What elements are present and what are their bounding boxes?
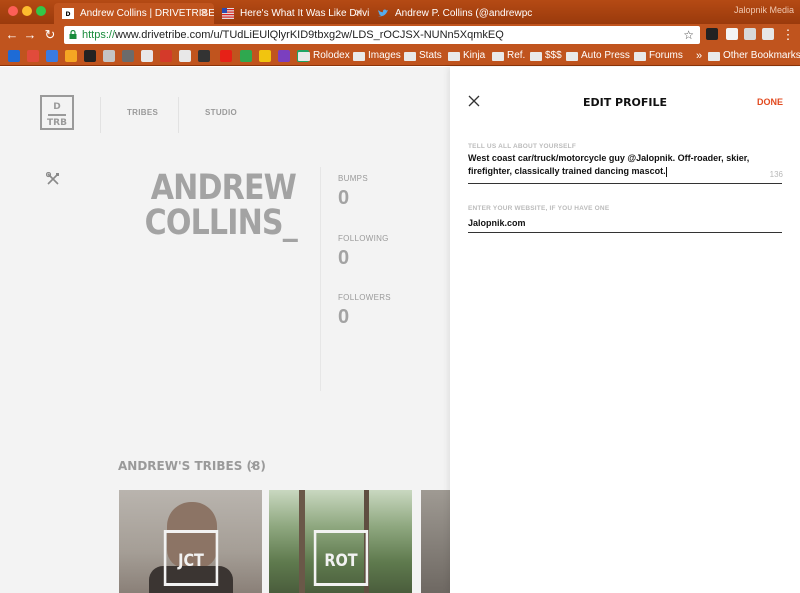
- stat-value-following[interactable]: 0: [338, 247, 349, 270]
- logo-bottom: TRB: [47, 118, 67, 128]
- bio-text-line2: firefighter, classically trained dancing…: [468, 166, 667, 177]
- extension-icon[interactable]: [762, 28, 774, 40]
- extension-icon[interactable]: [706, 28, 718, 40]
- nav-tribes[interactable]: TRIBES: [127, 108, 158, 117]
- url-path: www.drivetribe.com/u/TUdLiEUlQlyrKID9tbx…: [115, 29, 504, 41]
- forward-arrow-icon[interactable]: →: [22, 26, 38, 44]
- bio-text-line1: West coast car/truck/motorcycle guy @Jal…: [468, 153, 750, 163]
- bookmark-folder-images[interactable]: Images: [353, 46, 401, 66]
- calendar-icon[interactable]: [46, 50, 58, 62]
- more-bookmarks-icon[interactable]: »: [696, 46, 702, 66]
- logo-top: D: [53, 102, 61, 112]
- nav-divider: [178, 97, 179, 133]
- bookmarks-bar: Rolodex Images Stats Kinja Ref. $$$ Auto…: [0, 46, 800, 66]
- drivetribe-favicon-icon: D: [62, 8, 74, 19]
- drive-icon[interactable]: [240, 50, 252, 62]
- bookmark-icon[interactable]: [103, 50, 115, 62]
- tribes-heading[interactable]: ANDREW'S TRIBES (8): [118, 459, 266, 473]
- browser-tab-strip: D Andrew Collins | DRIVETRIBE ✕ Here's W…: [0, 0, 800, 24]
- nav-divider: [100, 97, 101, 133]
- stat-value-bumps: 0: [338, 187, 350, 209]
- bookmark-icon[interactable]: [278, 50, 290, 62]
- youtube-icon[interactable]: [220, 50, 232, 62]
- tribe-photo-tree: [299, 490, 305, 593]
- browser-menu-icon[interactable]: ⋮: [780, 26, 796, 44]
- close-window-button[interactable]: [8, 6, 18, 16]
- bookmark-icon[interactable]: [84, 50, 96, 62]
- bookmark-star-icon[interactable]: ☆: [683, 26, 694, 44]
- address-bar[interactable]: https://www.drivetribe.com/u/TUdLiEUlQly…: [64, 26, 700, 44]
- stat-label-followers[interactable]: FOLLOWERS: [338, 293, 391, 302]
- bookmark-folder-kinja[interactable]: Kinja: [448, 46, 485, 66]
- edit-profile-panel: EDIT PROFILE DONE TELL US ALL ABOUT YOUR…: [450, 67, 800, 593]
- bookmark-folder-rolodex[interactable]: Rolodex: [298, 46, 350, 66]
- tribe-card-rot[interactable]: ROT: [269, 490, 412, 593]
- website-underline: [468, 232, 782, 233]
- bookmark-folder-auto-press[interactable]: Auto Press: [566, 46, 630, 66]
- tribe-card-partial[interactable]: [421, 490, 450, 593]
- extension-icon[interactable]: [726, 28, 738, 40]
- bio-underline: [468, 183, 782, 184]
- bookmark-icon[interactable]: [259, 50, 271, 62]
- tab-title: Andrew P. Collins (@andrewpc: [395, 8, 533, 19]
- bookmark-icon[interactable]: [122, 50, 134, 62]
- bookmark-icon[interactable]: [179, 50, 191, 62]
- tab-title: Andrew Collins | DRIVETRIBE: [80, 8, 214, 19]
- bookmark-icon[interactable]: [141, 50, 153, 62]
- bookmark-folder-stats[interactable]: Stats: [404, 46, 442, 66]
- profile-name-line1: ANDREW: [150, 168, 297, 208]
- trello-icon[interactable]: [8, 50, 20, 62]
- bio-character-count: 136: [769, 170, 783, 179]
- bookmark-icon[interactable]: [198, 50, 210, 62]
- website-input[interactable]: Jalopnik.com: [468, 217, 526, 230]
- tab-jalopnik[interactable]: Here's What It Was Like Drivi ✕: [214, 3, 369, 24]
- bio-textarea[interactable]: West coast car/truck/motorcycle guy @Jal…: [468, 152, 749, 178]
- done-button[interactable]: DONE: [757, 97, 783, 107]
- stat-label-following[interactable]: FOLLOWING: [338, 234, 389, 243]
- gmail-icon[interactable]: [27, 50, 39, 62]
- tribe-badge-rot: ROT: [313, 530, 369, 586]
- nav-studio[interactable]: STUDIO: [205, 108, 237, 117]
- browser-profile-name[interactable]: Jalopnik Media: [734, 5, 794, 15]
- bookmark-folder-forums[interactable]: Forums: [634, 46, 683, 66]
- reload-icon[interactable]: ↻: [42, 26, 58, 44]
- drivetribe-logo[interactable]: D TRB: [40, 95, 74, 130]
- zoom-window-button[interactable]: [36, 6, 46, 16]
- tab-twitter[interactable]: Andrew P. Collins (@andrewpc: [369, 3, 539, 24]
- svg-text:D: D: [66, 11, 71, 18]
- stat-value-followers[interactable]: 0: [338, 306, 349, 329]
- bookmark-folder-other[interactable]: Other Bookmarks: [708, 46, 800, 66]
- bio-label: TELL US ALL ABOUT YOURSELF: [468, 143, 577, 150]
- lock-icon: [69, 30, 77, 39]
- bookmark-folder-ref[interactable]: Ref.: [492, 46, 525, 66]
- panel-title: EDIT PROFILE: [582, 96, 668, 109]
- chevron-right-icon[interactable]: ›: [250, 456, 255, 473]
- minimize-window-button[interactable]: [22, 6, 32, 16]
- tab-drivetribe[interactable]: D Andrew Collins | DRIVETRIBE ✕: [54, 3, 214, 24]
- profile-name-line2: COLLINS_: [144, 203, 298, 243]
- profile-name: ANDREW COLLINS_: [144, 168, 298, 243]
- rss-icon[interactable]: [65, 50, 77, 62]
- bookmark-icon[interactable]: [160, 50, 172, 62]
- browser-toolbar: ← → ↻ https://www.drivetribe.com/u/TUdLi…: [0, 24, 800, 46]
- close-tab-icon[interactable]: ✕: [200, 3, 208, 24]
- stats-divider: [320, 167, 321, 391]
- tribe-badge-jct: JCT: [163, 530, 219, 586]
- close-tab-icon[interactable]: ✕: [355, 3, 363, 24]
- twitter-bird-icon: [378, 9, 388, 17]
- stat-label-bumps: BUMPS: [338, 174, 368, 183]
- tab-title: Here's What It Was Like Drivi: [240, 8, 369, 19]
- text-cursor: [665, 166, 667, 177]
- tribe-card-jct[interactable]: JCT: [119, 490, 262, 593]
- extension-icon[interactable]: [744, 28, 756, 40]
- logo-divider: [48, 114, 66, 116]
- back-arrow-icon[interactable]: ←: [4, 26, 20, 44]
- url-scheme: https://: [82, 29, 116, 41]
- flag-favicon-icon: [222, 8, 234, 19]
- bookmark-folder-money[interactable]: $$$: [530, 46, 562, 66]
- wrench-screwdriver-icon[interactable]: [46, 172, 60, 186]
- website-label: ENTER YOUR WEBSITE, IF YOU HAVE ONE: [468, 205, 610, 212]
